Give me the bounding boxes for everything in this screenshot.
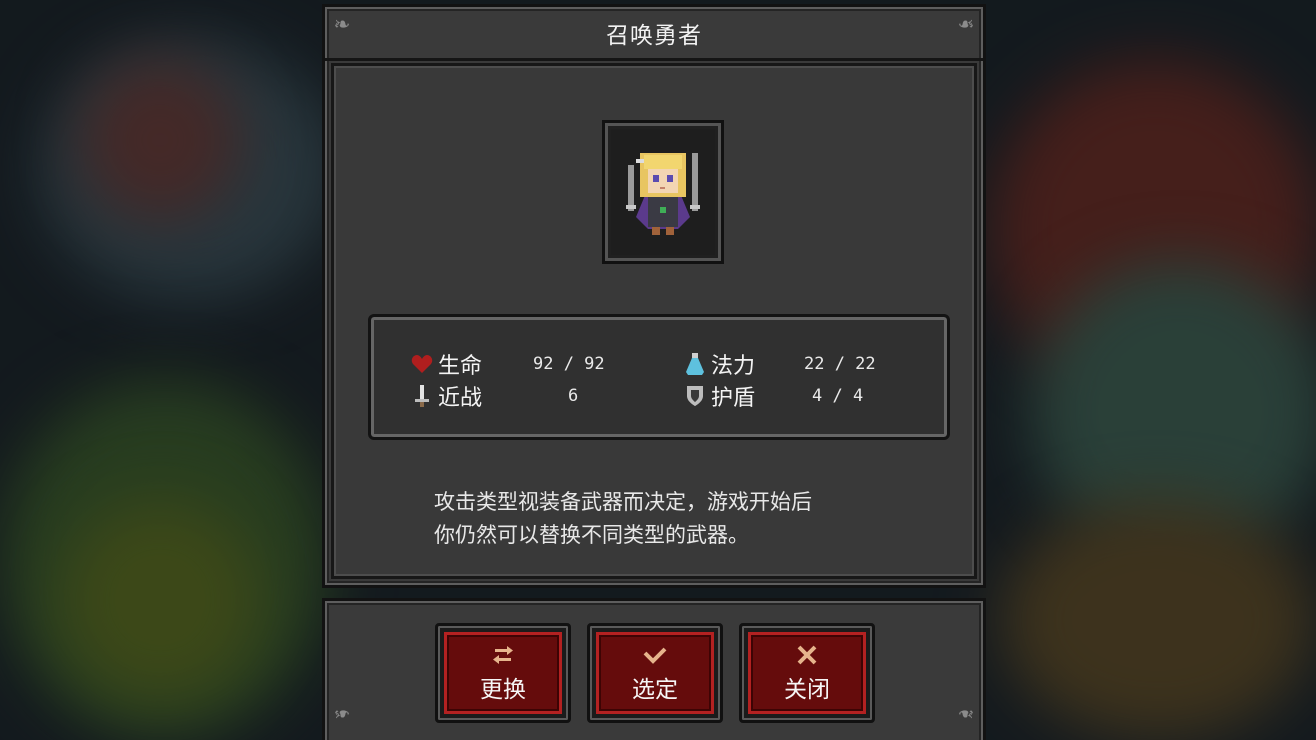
swap-button-label: 更换: [480, 677, 526, 703]
stat-hp: 生命 92 / 92: [409, 348, 605, 380]
ornament-icon: ❧: [333, 12, 351, 36]
stat-mp-value: 22 / 22: [804, 354, 876, 374]
ornament-icon: ❧: [957, 702, 975, 726]
hero-portrait: [602, 120, 724, 264]
stat-hp-label: 生命: [438, 354, 483, 379]
stat-shield: 护盾 4 / 4: [682, 380, 863, 412]
stat-mp-label: 法力: [711, 354, 756, 379]
attack-type-description: 攻击类型视装备武器而决定，游戏开始后 你仍然可以替换不同类型的武器。: [434, 486, 894, 552]
select-button-label: 选定: [632, 677, 678, 703]
stat-hp-value: 92 / 92: [533, 354, 605, 374]
title-bar: 召唤勇者: [325, 7, 983, 61]
sword-icon: [409, 383, 435, 409]
stat-shield-label: 护盾: [711, 386, 756, 411]
dialog-content: 生命 92 / 92 近战 6 法力 22 / 22 护盾 4 / 4 攻击类型…: [331, 63, 977, 579]
stat-mp: 法力 22 / 22: [682, 348, 876, 380]
shield-icon: [682, 383, 708, 409]
stat-shield-value: 4 / 4: [812, 386, 864, 406]
description-line: 攻击类型视装备武器而决定，游戏开始后: [434, 490, 812, 514]
ornament-icon: ❧: [333, 702, 351, 726]
swap-icon: [492, 642, 514, 668]
stat-melee-label: 近战: [438, 386, 483, 411]
summon-hero-dialog: 召唤勇者 ❧ ❧ 生命 92 / 92 近战 6 法力 22 / 22 护盾 4…: [322, 4, 986, 588]
action-button-panel: ❧ ❧ 更换 选定 关闭: [322, 598, 986, 740]
stats-panel: 生命 92 / 92 近战 6 法力 22 / 22 护盾 4 / 4: [368, 314, 950, 440]
close-icon: [796, 642, 818, 668]
select-button[interactable]: 选定: [587, 623, 723, 723]
check-icon: [642, 642, 668, 668]
dialog-title: 召唤勇者: [606, 22, 702, 49]
close-button-label: 关闭: [784, 677, 830, 703]
hero-sprite: [626, 153, 700, 235]
stat-melee-value: 6: [568, 386, 579, 406]
swap-button[interactable]: 更换: [435, 623, 571, 723]
ornament-icon: ❧: [957, 12, 975, 36]
stat-melee: 近战 6: [409, 380, 578, 412]
close-button[interactable]: 关闭: [739, 623, 875, 723]
potion-icon: [682, 351, 708, 377]
heart-icon: [409, 351, 435, 377]
description-line: 你仍然可以替换不同类型的武器。: [434, 523, 749, 547]
